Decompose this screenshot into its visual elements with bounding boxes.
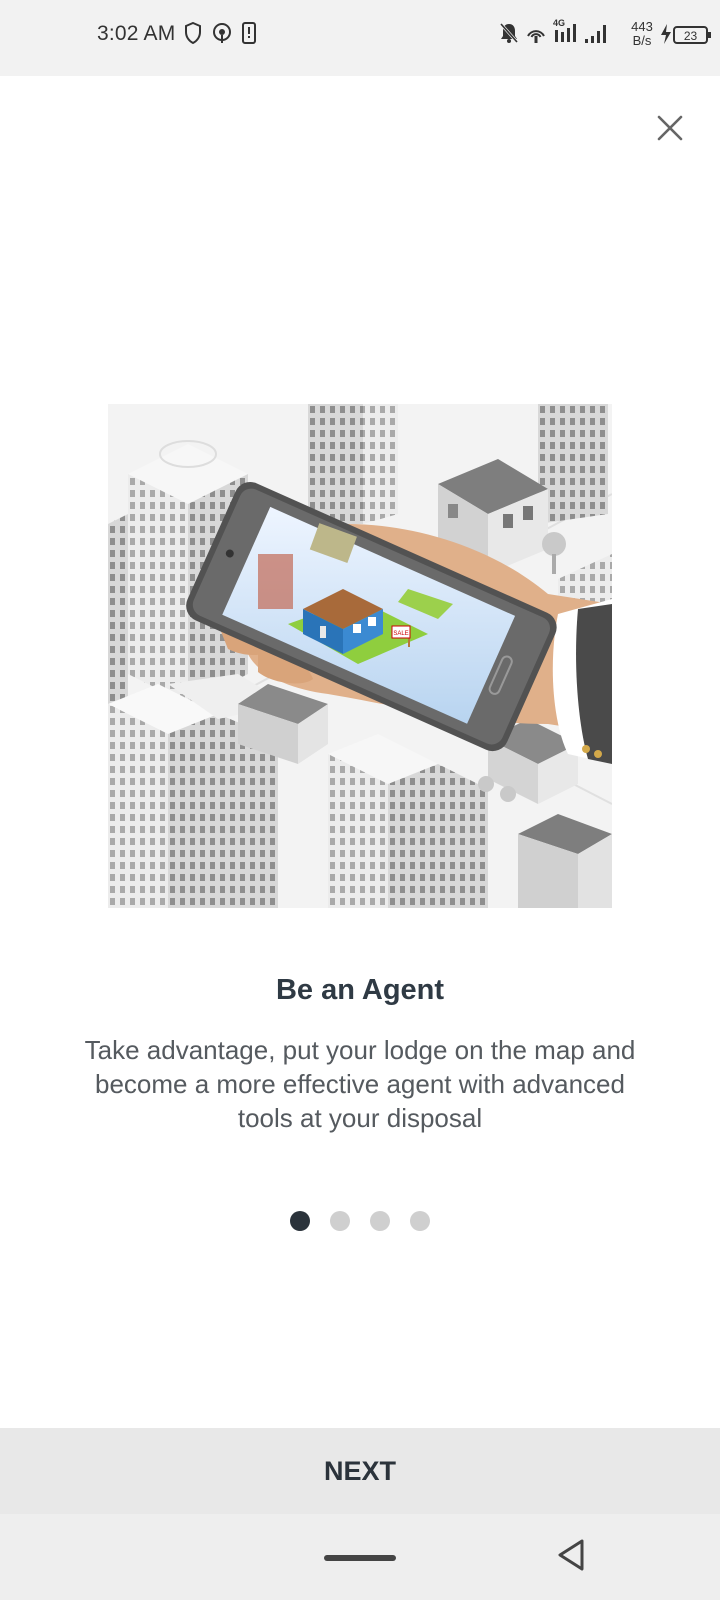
home-gesture-pill[interactable]	[324, 1555, 396, 1561]
net-speed-value: 443	[631, 19, 653, 34]
page-dot-4[interactable]	[410, 1211, 430, 1231]
phone-alert-icon	[241, 22, 257, 49]
shield-icon	[184, 21, 202, 49]
net-speed: 443 B/s	[627, 20, 657, 48]
close-button[interactable]	[648, 106, 692, 150]
close-icon	[657, 115, 683, 141]
onboarding-description: Take advantage, put your lodge on the ma…	[84, 1035, 636, 1133]
page-indicator	[0, 1211, 720, 1233]
net-speed-unit: B/s	[632, 33, 652, 48]
status-bar: 3:02 AM 4G 443 B/s 23	[0, 0, 720, 76]
page-dot-1[interactable]	[290, 1211, 310, 1231]
navigation-bar	[0, 1514, 720, 1600]
status-time: 3:02 AM	[97, 22, 176, 45]
onboarding-title: Be an Agent	[275, 974, 445, 1006]
battery-level: 23	[684, 29, 698, 43]
mute-bell-icon	[499, 22, 519, 49]
page-dot-3[interactable]	[370, 1211, 390, 1231]
back-button[interactable]	[556, 1538, 588, 1577]
signal-bars-icon	[584, 22, 608, 49]
sale-sign-text: SALE	[393, 631, 408, 637]
next-button[interactable]: NEXT	[0, 1428, 720, 1514]
wifi-calling-icon	[525, 22, 547, 49]
back-triangle-icon	[558, 1539, 584, 1571]
hotspot-icon	[211, 22, 233, 49]
network-type-label: 4G	[553, 18, 565, 28]
battery-icon: 23	[673, 25, 713, 50]
onboarding-illustration: SALE	[108, 404, 612, 908]
signal-4g-icon: 4G	[553, 18, 579, 49]
charging-bolt-icon	[660, 24, 672, 49]
page-dot-2[interactable]	[330, 1211, 350, 1231]
